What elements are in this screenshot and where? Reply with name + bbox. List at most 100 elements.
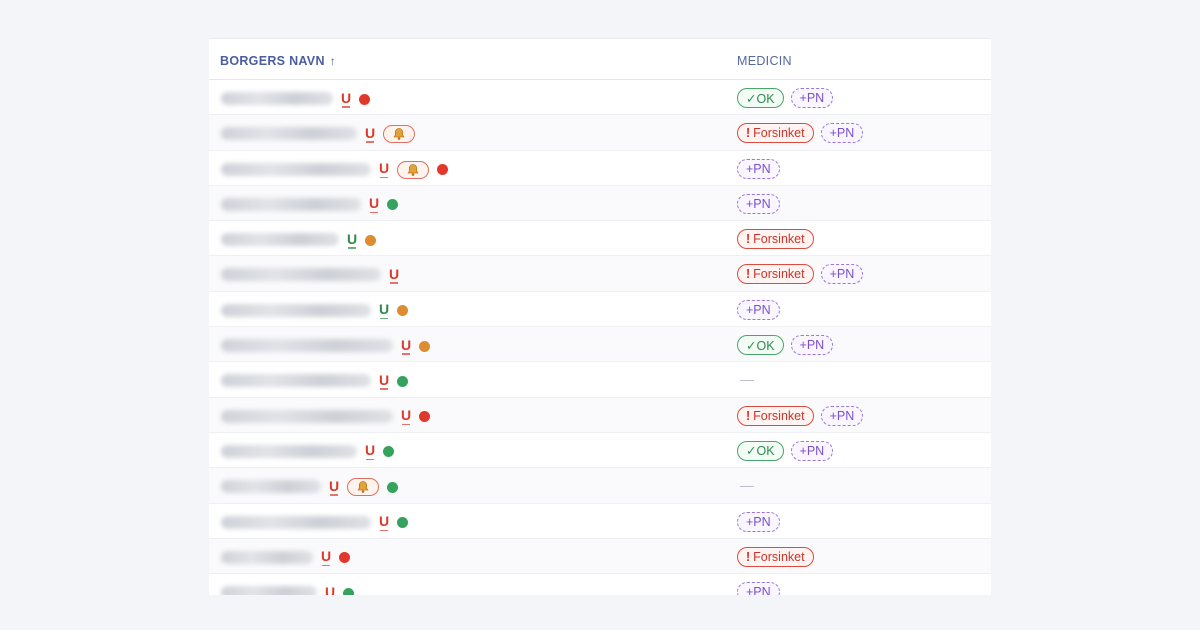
u-status-icon[interactable]: U — [379, 373, 389, 390]
medicine-badges: +PN — [737, 511, 780, 532]
status-dot-red — [419, 411, 431, 423]
table-row[interactable]: U ✓OK +PN — [209, 433, 991, 469]
u-status-icon[interactable]: U — [329, 479, 339, 496]
u-status-icon[interactable]: U — [321, 549, 331, 567]
citizen-name-redacted[interactable] — [221, 92, 333, 105]
table-row[interactable]: U ! Forsinket +PN — [209, 397, 991, 433]
status-dot-green — [397, 375, 409, 387]
medicine-badges: ! Forsinket +PN — [737, 264, 864, 285]
citizen-name-redacted[interactable] — [221, 515, 371, 529]
citizen-name-redacted[interactable] — [221, 162, 371, 176]
add-pn-button[interactable]: +PN — [820, 405, 864, 426]
table-row[interactable]: U ! Forsinket — [209, 221, 991, 257]
citizens-table: BORGERS NAVN ↑ MEDICIN U ✓OK +PN U! Forsinke… — [209, 38, 991, 595]
medicine-delayed-badge[interactable]: ! Forsinket — [737, 405, 814, 426]
status-icons: U — [379, 371, 409, 391]
u-status-icon[interactable]: U — [341, 91, 351, 108]
medicine-badges: ✓OK +PN — [737, 440, 834, 461]
medicine-badges: ! Forsinket +PN — [737, 123, 864, 144]
add-pn-button[interactable]: +PN — [790, 335, 834, 356]
medicine-ok-badge[interactable]: ✓OK — [737, 88, 784, 108]
add-pn-button[interactable]: +PN — [790, 440, 834, 461]
u-status-icon[interactable]: U — [389, 267, 399, 284]
add-pn-button[interactable]: +PN — [737, 511, 780, 532]
status-dot-red — [437, 164, 449, 176]
citizen-name-redacted[interactable] — [221, 339, 393, 353]
status-icons: U — [347, 230, 377, 250]
no-medicine-dash: — — [740, 371, 754, 388]
table-row[interactable]: U +PN — [209, 574, 991, 595]
table-row[interactable]: U! Forsinket — [209, 538, 991, 575]
column-header-medicine[interactable]: MEDICIN — [737, 54, 792, 68]
medicine-badges: ✓OK +PN — [737, 88, 834, 108]
status-dot-orange — [419, 340, 431, 352]
table-row[interactable]: U ✓OK +PN — [209, 80, 991, 116]
medicine-delayed-label: Forsinket — [753, 549, 805, 564]
u-status-icon[interactable]: U — [379, 302, 389, 320]
medicine-ok-badge[interactable]: ✓OK — [737, 335, 784, 356]
u-status-icon[interactable]: U — [365, 443, 375, 461]
table-row[interactable]: U — — [209, 362, 991, 398]
column-header-name-label: BORGERS NAVN — [220, 54, 325, 68]
add-pn-button[interactable]: +PN — [737, 299, 780, 320]
medicine-delayed-badge[interactable]: ! Forsinket — [737, 264, 814, 285]
u-status-icon[interactable]: U — [347, 232, 357, 249]
medicine-delayed-badge[interactable]: ! Forsinket — [737, 229, 814, 250]
status-dot-red — [339, 552, 351, 564]
medicine-badges: +PN — [737, 193, 780, 214]
citizen-name-redacted[interactable] — [221, 444, 357, 458]
u-status-icon[interactable]: U — [325, 585, 335, 595]
medicine-delayed-label: Forsinket — [753, 126, 805, 141]
alert-icon: ! — [746, 549, 751, 564]
bell-icon[interactable] — [397, 160, 430, 179]
table-row[interactable]: U ! Forsinket +PN — [209, 115, 991, 151]
table-row[interactable]: U ✓OK +PN — [209, 327, 991, 363]
u-status-icon[interactable]: U — [401, 338, 411, 355]
medicine-delayed-badge[interactable]: ! Forsinket — [737, 546, 814, 567]
citizen-name-redacted[interactable] — [221, 268, 381, 282]
bell-icon[interactable] — [383, 125, 416, 144]
table-row[interactable]: U +PN — [209, 151, 991, 186]
table-row[interactable]: U +PN — [209, 185, 991, 222]
table-row[interactable]: U +PN — [209, 504, 991, 539]
status-dot-green — [383, 446, 395, 458]
citizen-name-redacted[interactable] — [221, 197, 361, 211]
add-pn-button[interactable]: +PN — [737, 193, 780, 214]
status-icons: U — [341, 89, 371, 109]
column-header-name[interactable]: BORGERS NAVN ↑ — [220, 54, 336, 68]
table-header: BORGERS NAVN ↑ MEDICIN — [209, 39, 991, 80]
add-pn-button[interactable]: +PN — [737, 582, 780, 595]
u-status-icon[interactable]: U — [379, 514, 389, 532]
u-status-icon[interactable]: U — [365, 126, 375, 143]
table-row[interactable]: U +PN — [209, 292, 991, 328]
table-row[interactable]: U ! Forsinket +PN — [209, 256, 991, 292]
u-status-icon[interactable]: U — [401, 408, 411, 426]
citizen-name-redacted[interactable] — [221, 374, 371, 388]
u-status-icon[interactable]: U — [369, 196, 379, 214]
bell-icon[interactable] — [347, 478, 380, 497]
citizen-name-redacted[interactable] — [221, 127, 357, 141]
citizen-name-redacted[interactable] — [221, 586, 317, 595]
status-dot-green — [343, 587, 355, 595]
no-medicine-dash: — — [740, 477, 754, 494]
medicine-ok-badge[interactable]: ✓OK — [737, 440, 784, 461]
table-row[interactable]: U — — [209, 468, 991, 504]
add-pn-button[interactable]: +PN — [737, 158, 780, 179]
medicine-badges: +PN — [737, 158, 780, 179]
status-icons: U — [325, 583, 355, 595]
sort-ascending-icon: ↑ — [329, 54, 337, 68]
citizen-name-redacted[interactable] — [221, 480, 321, 494]
add-pn-button[interactable]: +PN — [790, 88, 834, 108]
citizen-name-redacted[interactable] — [221, 233, 339, 247]
citizen-name-redacted[interactable] — [221, 550, 313, 564]
add-pn-button[interactable]: +PN — [820, 123, 864, 144]
add-pn-button[interactable]: +PN — [820, 264, 864, 285]
u-status-icon[interactable]: U — [379, 161, 389, 179]
medicine-badges: +PN — [737, 299, 780, 320]
citizen-name-redacted[interactable] — [221, 409, 393, 423]
citizen-name-redacted[interactable] — [221, 303, 371, 317]
medicine-delayed-badge[interactable]: ! Forsinket — [737, 123, 814, 144]
status-icons: U — [365, 124, 416, 144]
alert-icon: ! — [746, 267, 751, 282]
status-icons: U — [329, 477, 399, 497]
